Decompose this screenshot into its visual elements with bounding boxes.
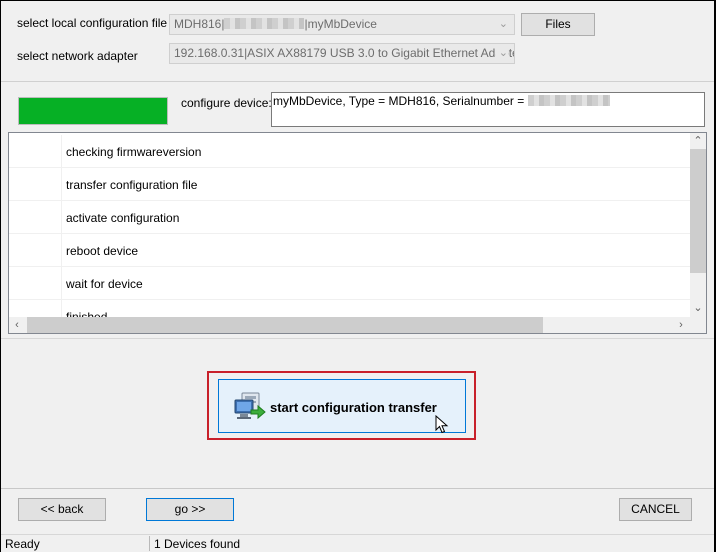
step-status-cell (9, 168, 62, 200)
configuration-window: select local configuration file MDH816| |… (1, 1, 714, 552)
progress-bar (18, 97, 168, 125)
chevron-down-icon: ⌄ (498, 18, 508, 30)
divider (1, 338, 714, 339)
start-configuration-transfer-button[interactable]: start configuration transfer (218, 379, 466, 433)
step-label: reboot device (66, 244, 139, 258)
step-row[interactable]: checking firmwareversion (9, 135, 691, 168)
step-status-cell (9, 201, 62, 233)
redacted-text (527, 95, 610, 106)
step-row[interactable]: transfer configuration file (9, 168, 691, 201)
start-configuration-transfer-label: start configuration transfer (270, 400, 437, 415)
network-adapter-label: select network adapter (17, 49, 138, 63)
configure-device-text: myMbDevice, Type = MDH816, Serialnumber … (273, 94, 528, 108)
scroll-right-icon[interactable]: › (673, 317, 689, 333)
configure-device-label: configure device: (181, 96, 272, 110)
step-status-cell (9, 267, 62, 299)
step-label: activate configuration (66, 211, 180, 225)
back-button[interactable]: << back (18, 498, 106, 521)
config-file-select[interactable]: MDH816| |myMbDevice ⌄ (169, 14, 515, 35)
network-adapter-value: 192.168.0.31|ASIX AX88179 USB 3.0 to Gig… (174, 46, 515, 60)
vertical-scrollbar[interactable]: ⌃ ⌄ (690, 133, 706, 318)
status-divider (149, 536, 150, 551)
redacted-text (224, 18, 305, 29)
chevron-down-icon: ⌄ (495, 44, 508, 63)
transfer-computer-icon (234, 392, 266, 420)
cancel-button[interactable]: CANCEL (619, 498, 692, 521)
files-button[interactable]: Files (521, 13, 595, 36)
horizontal-scroll-thumb[interactable] (27, 317, 543, 333)
step-status-cell (9, 234, 62, 266)
config-file-value-prefix: MDH816| (174, 17, 225, 31)
mouse-cursor-icon (435, 415, 449, 434)
step-row[interactable]: wait for device (9, 267, 691, 300)
step-row[interactable]: reboot device (9, 234, 691, 267)
step-label: transfer configuration file (66, 178, 198, 192)
status-bar: Ready 1 Devices found (1, 534, 714, 552)
scroll-down-icon[interactable]: ⌄ (690, 300, 706, 316)
step-label: checking firmwareversion (66, 145, 202, 159)
go-button[interactable]: go >> (146, 498, 234, 521)
status-ready: Ready (5, 537, 40, 551)
config-file-value-suffix: |myMbDevice (304, 17, 377, 31)
scroll-up-icon[interactable]: ⌃ (690, 133, 706, 149)
scroll-left-icon[interactable]: ‹ (9, 317, 25, 333)
network-adapter-select[interactable]: 192.168.0.31|ASIX AX88179 USB 3.0 to Gig… (169, 43, 515, 64)
configure-device-textbox[interactable]: myMbDevice, Type = MDH816, Serialnumber … (271, 92, 705, 127)
divider (1, 488, 714, 489)
config-file-label: select local configuration file (17, 16, 168, 30)
start-transfer-highlight: start configuration transfer (207, 371, 476, 440)
devices-found-count: 1 Devices found (154, 537, 241, 551)
step-row[interactable]: activate configuration (9, 201, 691, 234)
vertical-scroll-thumb[interactable] (690, 149, 706, 273)
step-label: wait for device (66, 277, 143, 291)
step-list[interactable]: checking firmwareversion transfer configu… (8, 132, 707, 334)
step-status-cell (9, 135, 62, 167)
scroll-corner (690, 317, 706, 333)
divider (1, 81, 714, 82)
horizontal-scrollbar[interactable]: ‹ › (9, 317, 706, 333)
